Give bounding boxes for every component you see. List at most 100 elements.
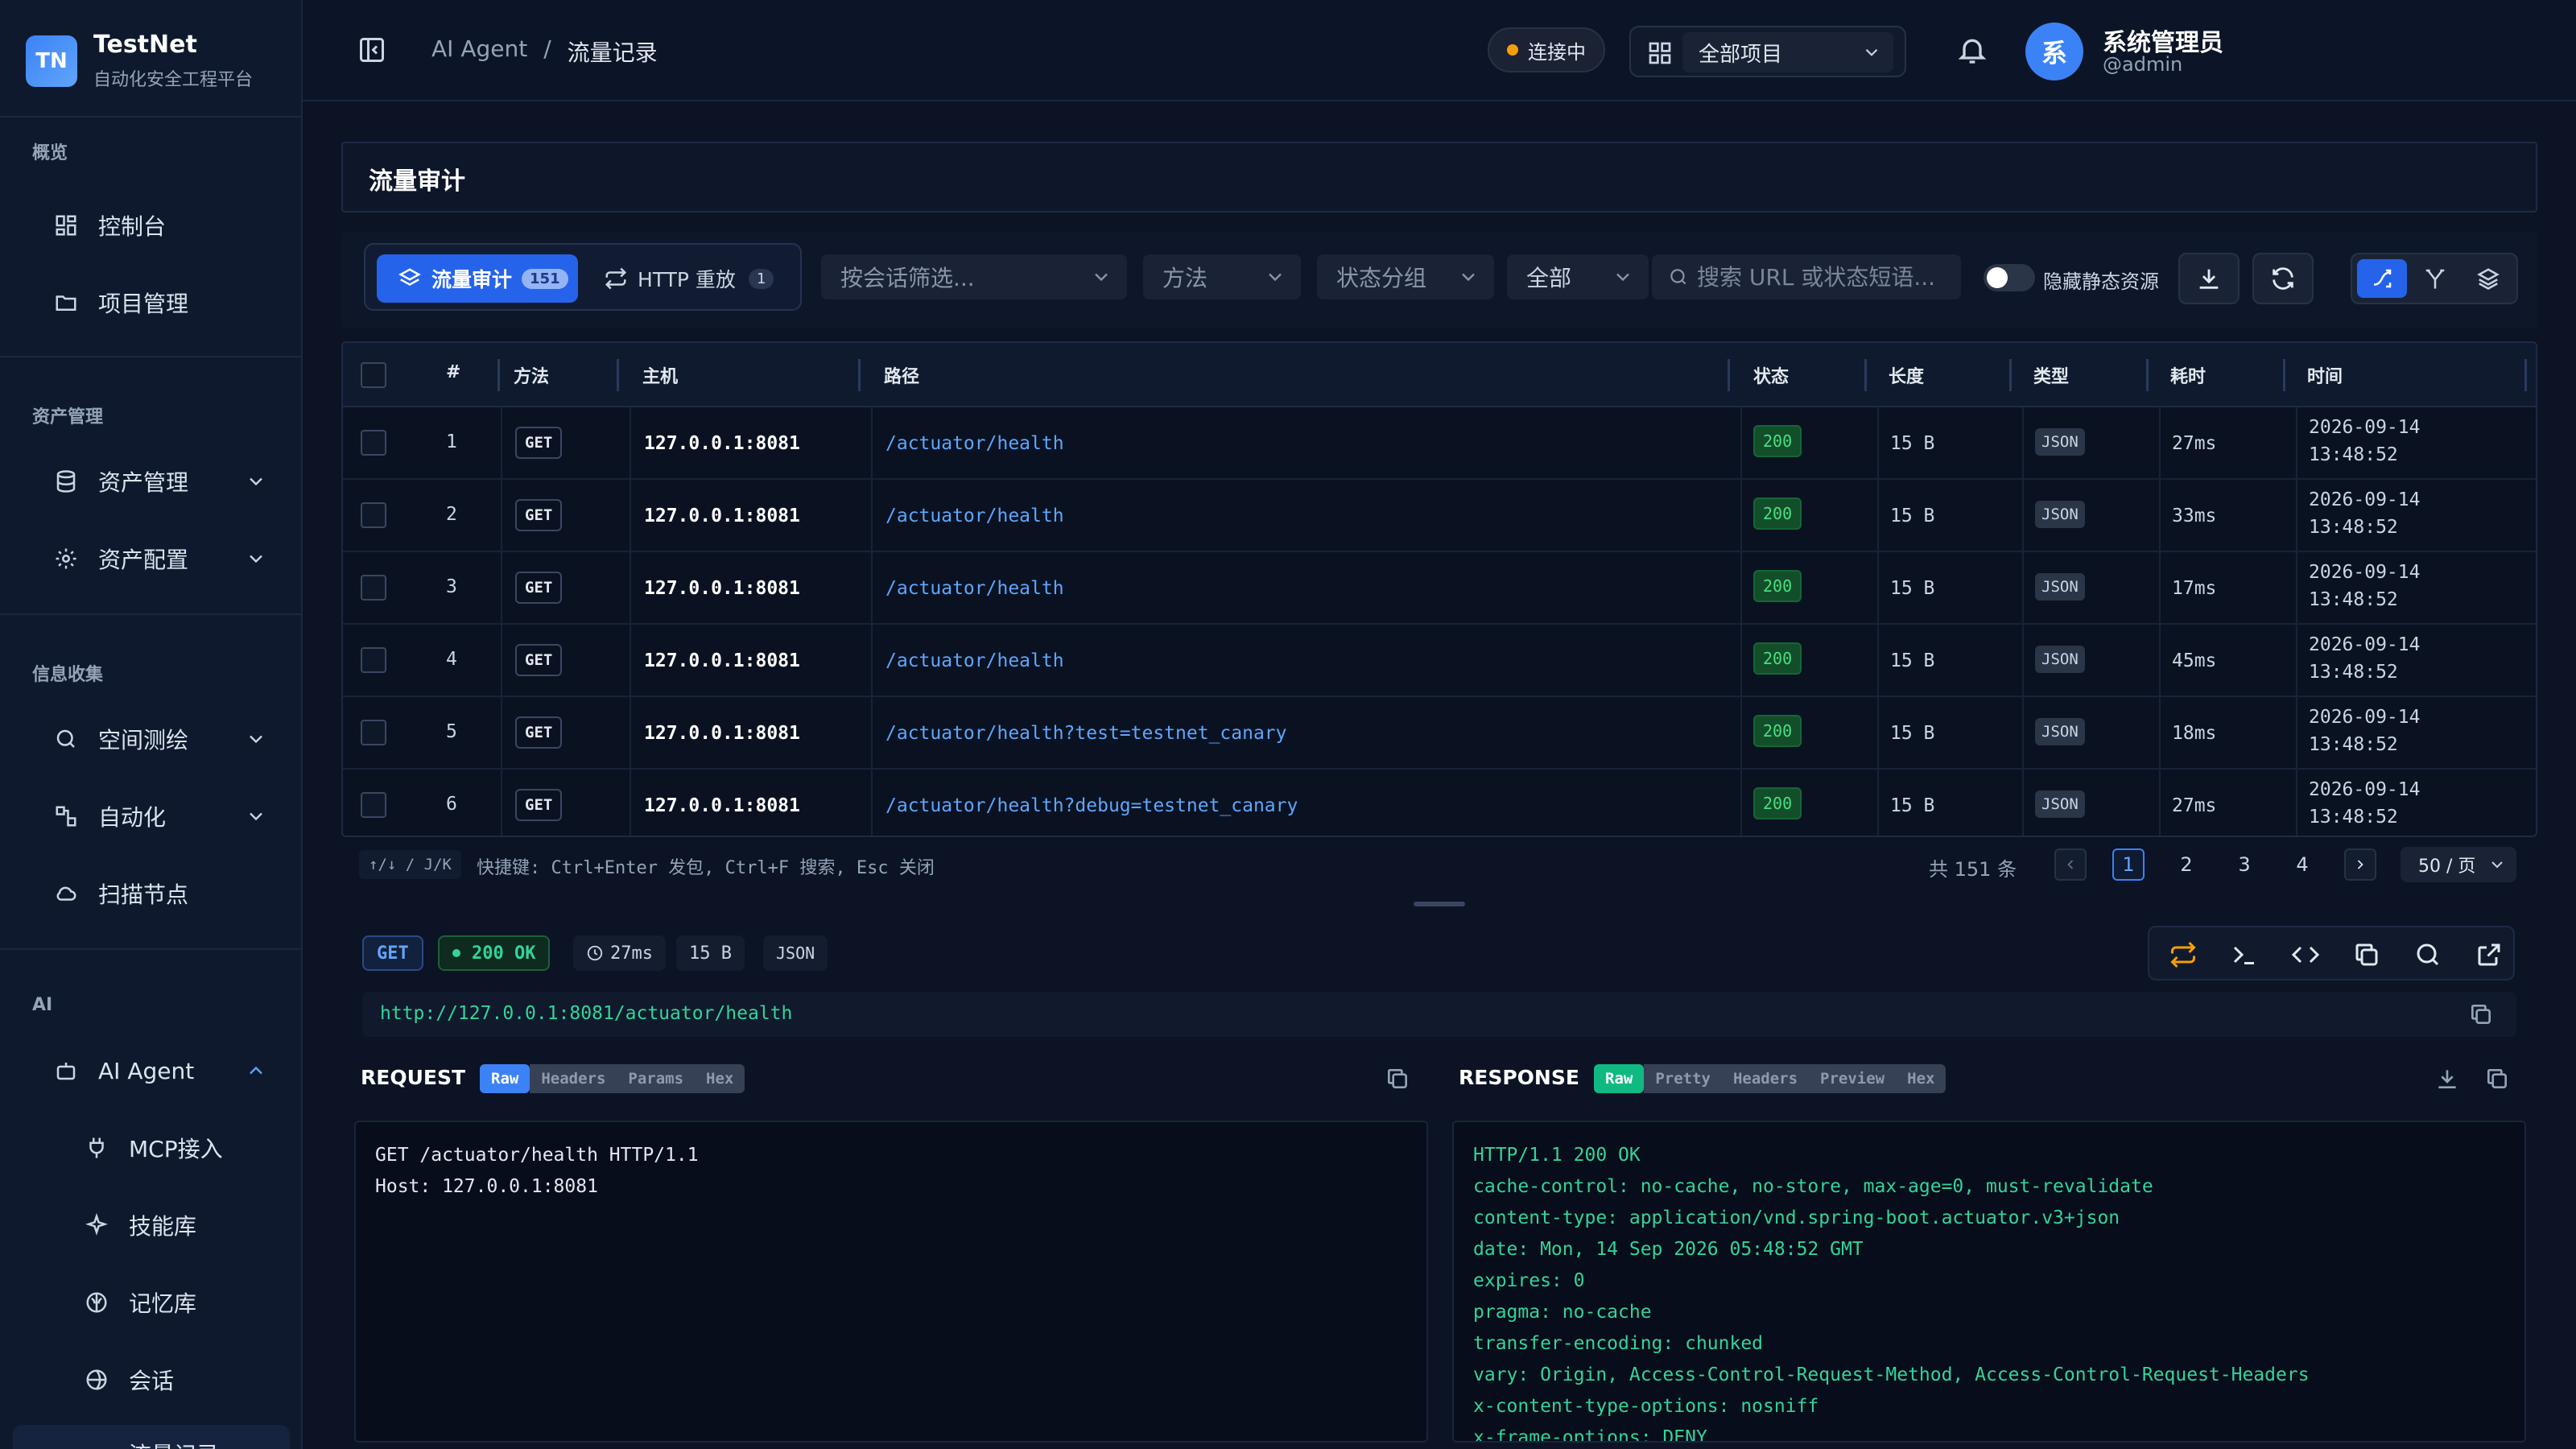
sidebar-item-traffic[interactable]: 流量记录	[13, 1425, 290, 1449]
scope-filter[interactable]: 全部	[1507, 254, 1649, 299]
row-path[interactable]: /actuator/health	[886, 650, 1064, 671]
bell-icon[interactable]	[1956, 34, 1988, 66]
view-branch-button[interactable]	[2410, 259, 2460, 298]
hide-static-toggle[interactable]	[1984, 264, 2035, 291]
method-filter[interactable]: 方法	[1143, 254, 1301, 299]
project-selector[interactable]: 全部项目	[1629, 26, 1906, 77]
col-path[interactable]: 路径	[884, 362, 919, 388]
col-resizer[interactable]	[2146, 359, 2149, 391]
sidebar-item-automation[interactable]: 自动化	[13, 787, 290, 845]
code-icon[interactable]	[2291, 940, 2320, 969]
page-size-select[interactable]: 50 / 页	[2401, 847, 2516, 882]
download-icon[interactable]	[2434, 1066, 2460, 1092]
tab-http-replay[interactable]: HTTP 重放 1	[596, 254, 797, 303]
col-method[interactable]: 方法	[514, 362, 549, 388]
col-resizer[interactable]	[497, 359, 500, 391]
row-checkbox[interactable]	[361, 575, 386, 601]
row-checkbox[interactable]	[361, 430, 386, 456]
col-resizer[interactable]	[1728, 359, 1730, 391]
sidebar-item-assets[interactable]: 资产管理	[13, 452, 290, 510]
response-tab-preview[interactable]: Preview	[1809, 1064, 1897, 1093]
copy-icon[interactable]	[2352, 940, 2381, 969]
sidebar-item-scan-nodes[interactable]: 扫描节点	[13, 865, 290, 923]
brand[interactable]: TN TestNet 自动化安全工程平台	[26, 31, 253, 91]
prev-page-button[interactable]	[2054, 848, 2087, 881]
row-path[interactable]: /actuator/health	[886, 506, 1064, 526]
col-resizer[interactable]	[2283, 359, 2285, 391]
col-index[interactable]: #	[446, 362, 460, 382]
row-path[interactable]: /actuator/health	[886, 433, 1064, 454]
request-url[interactable]: http://127.0.0.1:8081/actuator/health	[380, 1003, 792, 1024]
col-resizer[interactable]	[2009, 359, 2012, 391]
sidebar-item-cyberspace[interactable]: 空间测绘	[13, 710, 290, 768]
table-row[interactable]: 4 GET 127.0.0.1:8081 /actuator/health 20…	[343, 625, 2536, 697]
request-tab-raw[interactable]: Raw	[480, 1064, 530, 1093]
row-checkbox[interactable]	[361, 792, 386, 818]
search-icon[interactable]	[2413, 940, 2442, 969]
request-tab-headers[interactable]: Headers	[530, 1064, 617, 1093]
project-select[interactable]: 全部项目	[1682, 32, 1893, 72]
table-row[interactable]: 3 GET 127.0.0.1:8081 /actuator/health 20…	[343, 552, 2536, 625]
tab-traffic-audit[interactable]: 流量审计 151	[377, 254, 578, 303]
replay-icon[interactable]	[2169, 940, 2198, 969]
sidebar-item-ai-agent[interactable]: AI Agent	[13, 1042, 290, 1100]
sidebar-item-mcp[interactable]: MCP接入	[13, 1119, 290, 1177]
col-length[interactable]: 长度	[1889, 362, 1924, 388]
page-2[interactable]: 2	[2170, 848, 2202, 881]
table-row[interactable]: 2 GET 127.0.0.1:8081 /actuator/health 20…	[343, 480, 2536, 552]
row-path[interactable]: /actuator/health?debug=testnet_canary	[886, 795, 1298, 816]
table-row[interactable]: 5 GET 127.0.0.1:8081 /actuator/health?te…	[343, 697, 2536, 770]
external-link-icon[interactable]	[2475, 940, 2504, 969]
next-page-button[interactable]	[2344, 848, 2376, 881]
request-body-pane[interactable]: GET /actuator/health HTTP/1.1 Host: 127.…	[354, 1121, 1428, 1443]
breadcrumb-ai-agent[interactable]: AI Agent	[431, 35, 527, 68]
select-all-checkbox[interactable]	[361, 362, 386, 388]
sidebar-item-memory[interactable]: 记忆库	[13, 1274, 290, 1331]
page-1[interactable]: 1	[2112, 848, 2145, 881]
avatar[interactable]: 系	[2025, 23, 2083, 80]
request-tab-params[interactable]: Params	[617, 1064, 696, 1093]
view-share-button[interactable]	[2357, 259, 2407, 298]
col-time[interactable]: 时间	[2307, 362, 2343, 388]
row-path[interactable]: /actuator/health	[886, 578, 1064, 599]
row-checkbox[interactable]	[361, 720, 386, 745]
refresh-button[interactable]	[2252, 253, 2314, 304]
session-filter[interactable]: 按会话筛选...	[821, 254, 1127, 299]
sidebar-toggle-icon[interactable]	[357, 35, 386, 64]
response-tab-headers[interactable]: Headers	[1721, 1064, 1810, 1093]
status-filter[interactable]: 状态分组	[1317, 254, 1494, 299]
col-host[interactable]: 主机	[642, 362, 678, 388]
export-button[interactable]	[2178, 253, 2240, 304]
copy-icon[interactable]	[2484, 1066, 2510, 1092]
sidebar-item-skills[interactable]: 技能库	[13, 1196, 290, 1254]
request-tab-hex[interactable]: Hex	[695, 1064, 745, 1093]
view-stack-button[interactable]	[2463, 259, 2513, 298]
response-tab-raw[interactable]: Raw	[1594, 1064, 1645, 1093]
col-resizer[interactable]	[1864, 359, 1867, 391]
response-body-pane[interactable]: HTTP/1.1 200 OK cache-control: no-cache,…	[1452, 1121, 2526, 1443]
col-duration[interactable]: 耗时	[2170, 362, 2206, 388]
copy-icon[interactable]	[2468, 1001, 2494, 1027]
response-tab-hex[interactable]: Hex	[1896, 1064, 1946, 1093]
terminal-icon[interactable]	[2230, 940, 2259, 969]
table-row[interactable]: 6 GET 127.0.0.1:8081 /actuator/health?de…	[343, 770, 2536, 836]
page-3[interactable]: 3	[2228, 848, 2260, 881]
col-resizer[interactable]	[858, 359, 861, 391]
sidebar-item-dashboard[interactable]: 控制台	[13, 196, 290, 254]
col-resizer[interactable]	[617, 359, 619, 391]
sidebar-item-asset-config[interactable]: 资产配置	[13, 530, 290, 588]
col-resizer[interactable]	[2524, 359, 2527, 391]
col-type[interactable]: 类型	[2033, 362, 2069, 388]
sidebar-item-projects[interactable]: 项目管理	[13, 274, 290, 332]
search-input[interactable]	[1697, 263, 1955, 291]
resize-handle[interactable]	[1414, 902, 1465, 906]
row-checkbox[interactable]	[361, 647, 386, 673]
copy-icon[interactable]	[1385, 1066, 1410, 1092]
page-4[interactable]: 4	[2286, 848, 2318, 881]
table-row[interactable]: 1 GET 127.0.0.1:8081 /actuator/health 20…	[343, 407, 2536, 480]
response-tab-pretty[interactable]: Pretty	[1644, 1064, 1722, 1093]
sidebar-item-sessions[interactable]: 会话	[13, 1351, 290, 1409]
col-status[interactable]: 状态	[1753, 362, 1789, 388]
row-checkbox[interactable]	[361, 502, 386, 528]
row-path[interactable]: /actuator/health?test=testnet_canary	[886, 723, 1287, 744]
